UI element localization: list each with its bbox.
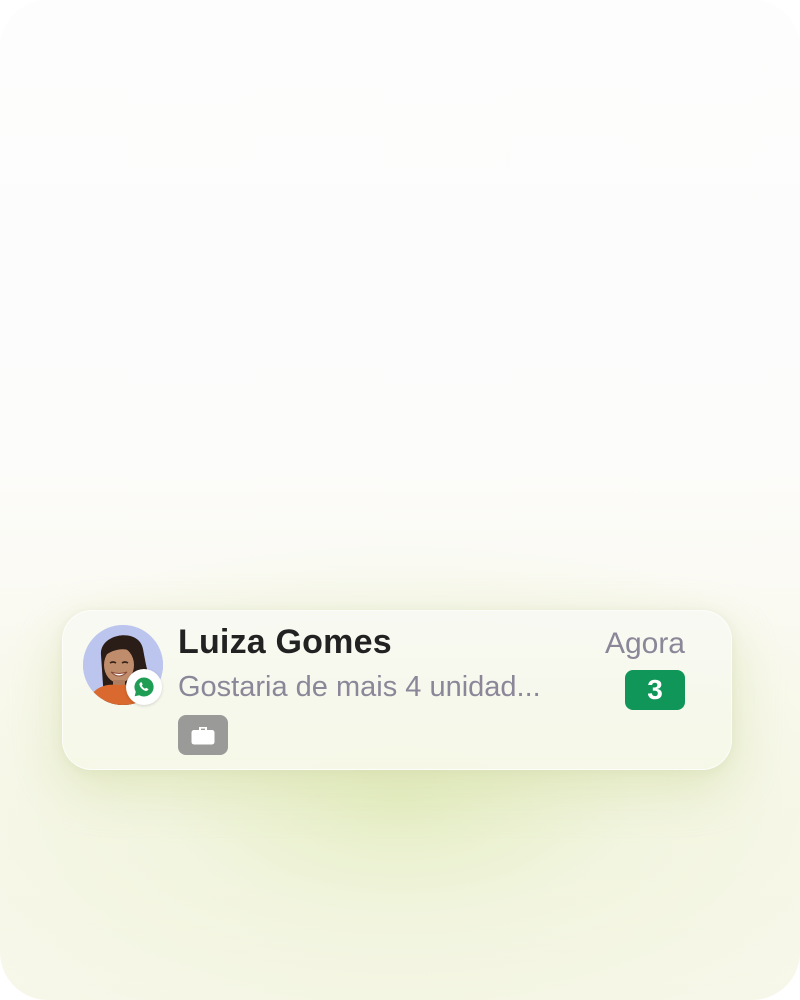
briefcase-icon (191, 727, 215, 745)
unread-count-badge: 3 (625, 670, 685, 710)
whatsapp-icon (134, 677, 154, 697)
chat-notification-card[interactable]: Luiza Gomes Agora Gostaria de mais 4 uni… (62, 610, 732, 770)
business-tag[interactable] (178, 715, 228, 755)
phone-screen: Luiza Gomes Agora Gostaria de mais 4 uni… (0, 0, 800, 1000)
message-preview: Gostaria de mais 4 unidad... (178, 671, 541, 703)
message-time: Agora (604, 627, 685, 660)
contact-name: Luiza Gomes (178, 623, 392, 661)
whatsapp-badge (126, 669, 162, 705)
